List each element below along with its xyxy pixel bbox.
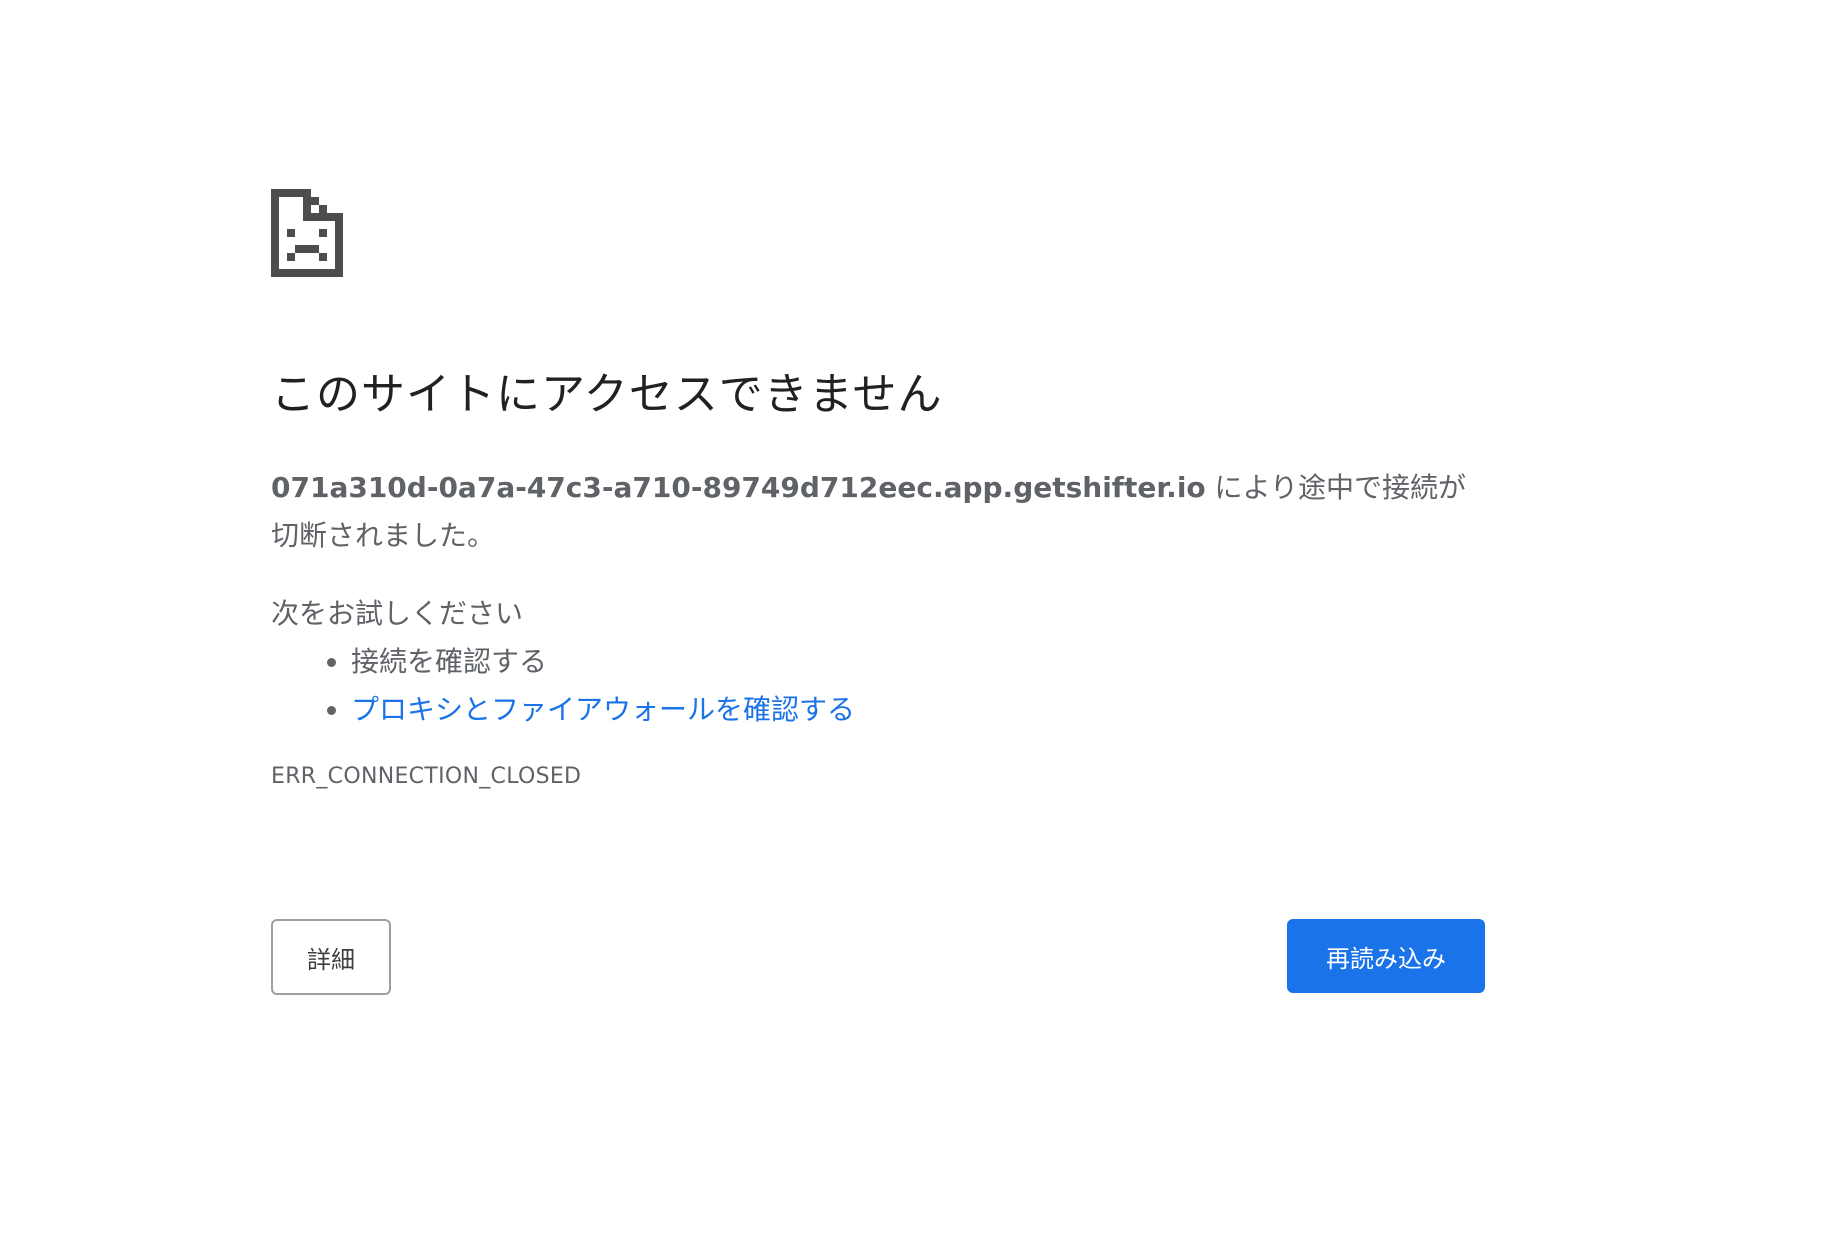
error-page: このサイトにアクセスできません 071a310d-0a7a-47c3-a710-…	[271, 189, 1484, 789]
error-code: ERR_CONNECTION_CLOSED	[271, 763, 582, 789]
check-proxy-firewall-link[interactable]: プロキシとファイアウォールを確認する	[351, 693, 855, 726]
details-button[interactable]: 詳細	[271, 919, 391, 995]
suggestions-heading: 次をお試しください	[271, 596, 524, 630]
suggestions-list: 接続を確認する プロキシとファイアウォールを確認する	[271, 638, 1484, 734]
error-host: 071a310d-0a7a-47c3-a710-89749d712eec.app…	[271, 470, 1206, 504]
suggestion-label: 接続を確認する	[351, 644, 548, 678]
reload-button[interactable]: 再読み込み	[1287, 919, 1485, 993]
page-title: このサイトにアクセスできません	[271, 369, 943, 420]
suggestion-item-check-connection: 接続を確認する	[351, 638, 1484, 686]
suggestions: 次をお試しください 接続を確認する プロキシとファイアウォールを確認する	[271, 590, 1484, 734]
sad-page-icon	[271, 189, 343, 277]
error-message: 071a310d-0a7a-47c3-a710-89749d712eec.app…	[271, 464, 1484, 560]
suggestion-item-check-proxy: プロキシとファイアウォールを確認する	[351, 686, 1484, 734]
